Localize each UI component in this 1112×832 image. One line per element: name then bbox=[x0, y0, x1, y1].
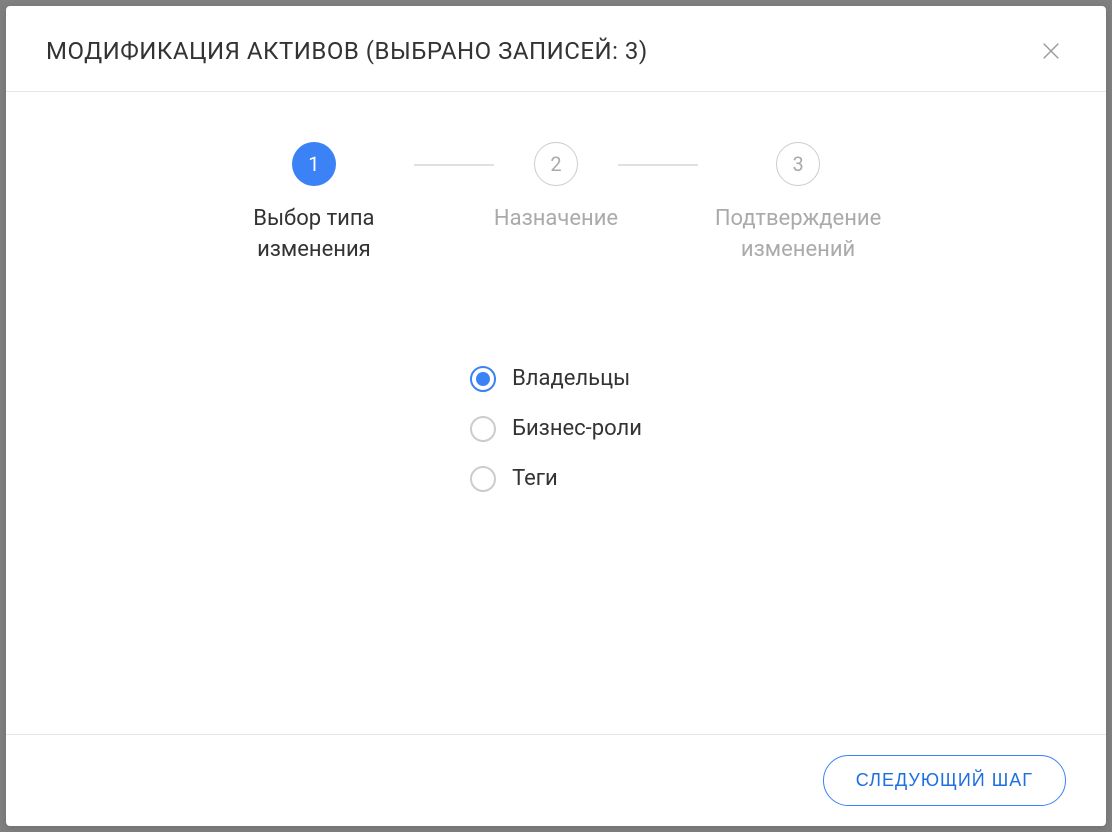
step-1-circle: 1 bbox=[292, 142, 336, 186]
step-3-circle: 3 bbox=[776, 142, 820, 186]
radio-tags[interactable]: Теги bbox=[470, 466, 558, 492]
radio-business-roles-label: Бизнес-роли bbox=[512, 416, 642, 441]
step-1-label: Выбор типа изменения bbox=[214, 204, 414, 266]
step-3: 3 Подтверждение изменений bbox=[698, 142, 898, 266]
next-step-button[interactable]: СЛЕДУЮЩИЙ ШАГ bbox=[823, 755, 1066, 806]
modal-header: МОДИФИКАЦИЯ АКТИВОВ (ВЫБРАНО ЗАПИСЕЙ: 3) bbox=[6, 6, 1106, 92]
step-connector bbox=[414, 164, 494, 166]
radio-tags-label: Теги bbox=[512, 466, 558, 491]
close-button[interactable] bbox=[1036, 36, 1066, 66]
radio-owners-label: Владельцы bbox=[512, 366, 630, 391]
modal-dialog: МОДИФИКАЦИЯ АКТИВОВ (ВЫБРАНО ЗАПИСЕЙ: 3)… bbox=[6, 6, 1106, 826]
step-connector bbox=[618, 164, 698, 166]
radio-circle-icon bbox=[470, 416, 496, 442]
step-1: 1 Выбор типа изменения bbox=[214, 142, 414, 266]
radio-circle-icon bbox=[470, 366, 496, 392]
close-icon bbox=[1040, 40, 1062, 62]
modal-body: 1 Выбор типа изменения 2 Назначение 3 По… bbox=[6, 92, 1106, 734]
step-2: 2 Назначение bbox=[494, 142, 618, 235]
radio-owners[interactable]: Владельцы bbox=[470, 366, 630, 392]
step-2-label: Назначение bbox=[494, 204, 618, 235]
radio-business-roles[interactable]: Бизнес-роли bbox=[470, 416, 642, 442]
modal-footer: СЛЕДУЮЩИЙ ШАГ bbox=[6, 734, 1106, 826]
step-2-circle: 2 bbox=[534, 142, 578, 186]
radio-group: Владельцы Бизнес-роли Теги bbox=[470, 366, 642, 492]
radio-circle-icon bbox=[470, 466, 496, 492]
modal-title: МОДИФИКАЦИЯ АКТИВОВ (ВЫБРАНО ЗАПИСЕЙ: 3) bbox=[46, 37, 648, 65]
step-3-label: Подтверждение изменений bbox=[698, 204, 898, 266]
stepper: 1 Выбор типа изменения 2 Назначение 3 По… bbox=[206, 142, 906, 266]
